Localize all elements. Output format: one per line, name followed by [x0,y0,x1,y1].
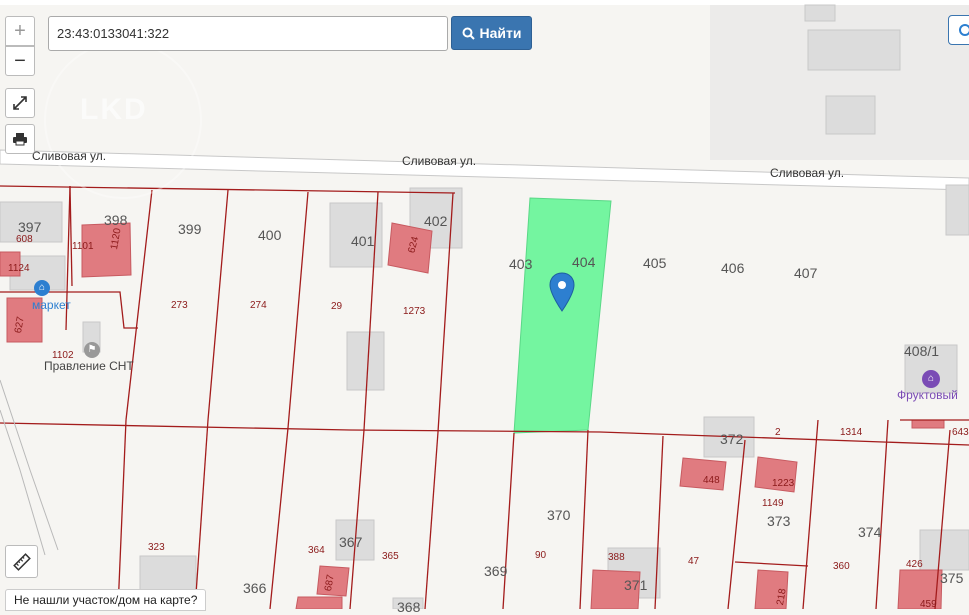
lot-number: 367 [339,534,363,550]
cadastral-number: 388 [608,552,625,563]
lot-number: 366 [243,580,267,596]
flag-icon: ⚑ [84,342,100,358]
watermark-logo: LKD [80,93,148,126]
street-label: Сливовая ул. [32,149,107,163]
cadastral-number: 323 [148,542,165,553]
print-button[interactable] [5,124,35,154]
cadastral-number: 29 [331,301,343,312]
poi-fruit-label[interactable]: Фруктовый [897,389,958,401]
lot-number: 374 [858,524,882,540]
cadastral-number: 1101 [72,241,94,252]
location-marker-icon[interactable] [548,272,576,312]
lot-number: 405 [643,255,667,271]
cadastral-number: 274 [250,300,267,311]
search-button[interactable]: Найти [451,16,532,50]
layer-toggle-button[interactable] [948,15,969,45]
lot-number: 397 [18,219,42,235]
shop-icon[interactable]: ⌂ [34,280,50,296]
cadastral-number: 1273 [403,306,426,317]
lot-number: 373 [767,513,791,529]
street-label: Сливовая ул. [770,166,845,180]
lot-number: 370 [547,507,571,523]
ruler-button[interactable] [5,545,38,578]
shop-icon[interactable]: ⌂ [922,370,940,388]
cadastral-number: 364 [308,545,325,556]
map-canvas[interactable] [0,0,969,609]
lot-number: 399 [178,221,202,237]
lot-number: 398 [104,212,128,228]
fullscreen-button[interactable] [5,88,35,118]
cadastral-number: 47 [688,556,700,567]
zoom-out-button[interactable]: − [5,46,35,76]
lot-number: 369 [484,563,508,579]
cadastral-number: 608 [16,234,33,245]
poi-market-label[interactable]: маркет [32,299,71,311]
cadastral-number: 448 [703,475,720,486]
printer-icon [13,133,27,146]
cadastral-number: 1223 [772,478,795,489]
cadastral-number: 273 [171,300,188,311]
cadastral-number: 360 [833,561,850,572]
search-button-label: Найти [479,25,522,41]
not-found-link[interactable]: Не нашли участок/дом на карте? [5,589,207,611]
cadastral-number: 426 [906,559,923,570]
poi-snt-label[interactable]: Правление СНТ [44,360,134,372]
lot-number: 404 [572,254,596,270]
lot-number: 403 [509,256,533,272]
search-input[interactable] [48,16,448,51]
street-label: Сливовая ул. [402,154,477,168]
cadastral-number: 1124 [8,263,30,274]
lot-number: 406 [721,260,745,276]
cadastral-number: 1149 [762,498,784,509]
lot-number: 368 [397,599,421,615]
ruler-icon [12,552,31,571]
lot-number: 407 [794,265,818,281]
cadastral-number: 365 [382,551,399,562]
cadastral-number: 1314 [840,427,863,438]
radio-icon [959,24,969,36]
lot-number: 408/1 [904,343,940,359]
lot-number: 371 [624,577,648,593]
cadastral-number: 90 [535,550,547,561]
lot-number: 402 [424,213,448,229]
cadastral-number: 643 [952,427,969,438]
lot-number: 400 [258,227,282,243]
expand-icon [13,96,27,110]
lot-number: 401 [351,233,375,249]
zoom-in-button[interactable]: + [5,16,35,46]
cadastral-number: 2 [775,427,781,438]
search-icon [462,27,475,40]
lot-number: 375 [940,570,964,586]
lot-number: 372 [720,431,744,447]
